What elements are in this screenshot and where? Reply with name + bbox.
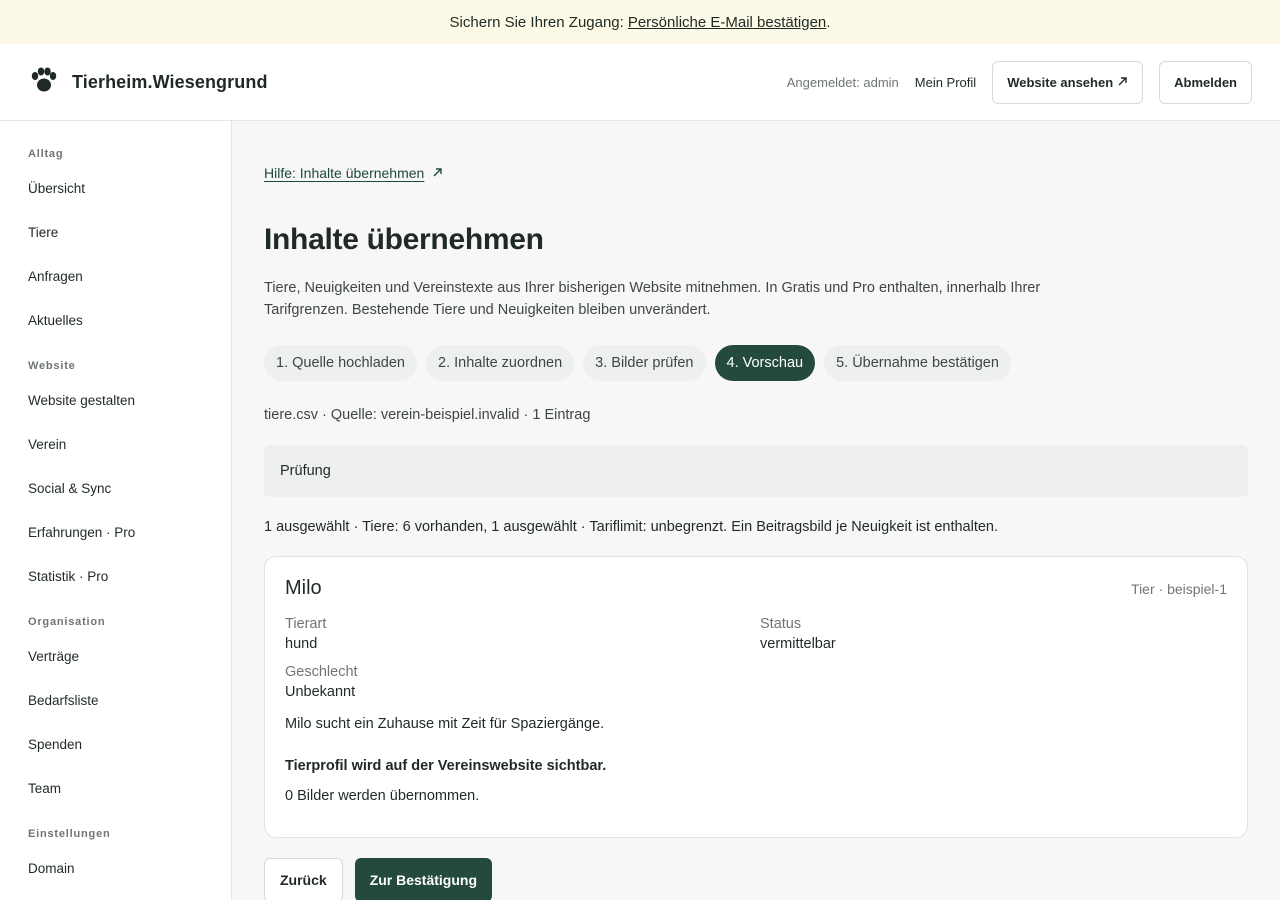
wizard-actions: Zurück Zur Bestätigung xyxy=(264,858,1248,900)
external-link-icon xyxy=(432,165,443,181)
sidebar-item-bedarfsliste[interactable]: Bedarfsliste xyxy=(0,685,231,729)
sidebar-item-verein[interactable]: Verein xyxy=(0,429,231,473)
step-preview[interactable]: 4. Vorschau xyxy=(714,345,816,381)
species-label: Tierart xyxy=(285,616,327,632)
sidebar-item-vertraege[interactable]: Verträge xyxy=(0,641,231,685)
nav-section-website: Website xyxy=(28,360,76,372)
check-panel[interactable]: Prüfung xyxy=(264,445,1248,497)
step-confirm-import[interactable]: 5. Übernahme bestätigen xyxy=(824,345,1011,381)
header-actions: Angemeldet: admin Mein Profil Website an… xyxy=(786,60,1252,104)
main-content: Hilfe: Inhalte übernehmen Inhalte überne… xyxy=(232,121,1280,900)
animal-name: Milo xyxy=(285,577,322,599)
logged-in-label: Angemeldet: admin xyxy=(786,74,899,90)
top-header: Tierheim.Wiesengrund Angemeldet: admin M… xyxy=(0,44,1280,121)
import-source-meta: tiere.csv · Quelle: verein-beispiel.inva… xyxy=(264,407,591,423)
my-profile-link[interactable]: Mein Profil xyxy=(915,75,976,90)
to-confirmation-button[interactable]: Zur Bestätigung xyxy=(354,858,493,900)
step-map-content[interactable]: 2. Inhalte zuordnen xyxy=(426,345,575,381)
sidebar-item-website-gestalten[interactable]: Website gestalten xyxy=(0,385,231,429)
nav-section-organisation: Organisation xyxy=(28,616,106,628)
entry-tag: Tier · beispiel-1 xyxy=(1131,580,1227,597)
brand[interactable]: Tierheim.Wiesengrund xyxy=(30,67,268,98)
selection-summary: 1 ausgewählt · Tiere: 6 vorhanden, 1 aus… xyxy=(264,519,999,535)
sidebar-item-statistik[interactable]: Statistik · Pro xyxy=(0,561,231,605)
back-button[interactable]: Zurück xyxy=(264,858,343,900)
check-panel-label: Prüfung xyxy=(280,463,331,479)
sidebar-item-domain[interactable]: Domain xyxy=(0,853,231,897)
gender-label: Geschlecht xyxy=(285,664,358,680)
status-value: vermittelbar xyxy=(760,636,836,652)
sidebar-item-spenden[interactable]: Spenden xyxy=(0,729,231,773)
step-upload-source[interactable]: 1. Quelle hochladen xyxy=(264,345,417,381)
visibility-note: Tierprofil wird auf der Vereinswebsite s… xyxy=(285,758,607,774)
banner-text: Sichern Sie Ihren Zugang: xyxy=(449,13,624,31)
brand-name: Tierheim.Wiesengrund xyxy=(72,71,268,92)
sidebar-item-tiere[interactable]: Tiere xyxy=(0,217,231,261)
page-title: Inhalte übernehmen xyxy=(264,223,544,256)
verification-banner: Sichern Sie Ihren Zugang: Persönliche E-… xyxy=(0,0,1280,44)
step-check-images[interactable]: 3. Bilder prüfen xyxy=(583,345,706,381)
animal-description: Milo sucht ein Zuhause mit Zeit für Spaz… xyxy=(285,716,605,732)
sidebar-item-anfragen[interactable]: Anfragen xyxy=(0,261,231,305)
verify-email-link[interactable]: Persönliche E-Mail bestätigen xyxy=(628,14,826,31)
banner-suffix: . xyxy=(826,13,831,31)
view-website-label: Website ansehen xyxy=(1007,74,1114,90)
nav-section-alltag: Alltag xyxy=(28,148,64,160)
species-value: hund xyxy=(285,636,318,652)
gender-value: Unbekannt xyxy=(285,684,356,700)
sidebar-item-team[interactable]: Team xyxy=(0,773,231,817)
sidebar-item-aktuelles[interactable]: Aktuelles xyxy=(0,305,231,349)
logout-button[interactable]: Abmelden xyxy=(1159,60,1252,104)
external-link-icon xyxy=(1117,75,1128,90)
help-link[interactable]: Hilfe: Inhalte übernehmen xyxy=(264,165,443,181)
page-description: Tiere, Neuigkeiten und Vereinstexte aus … xyxy=(264,280,1041,318)
paw-icon xyxy=(30,67,58,98)
nav-section-einstellungen: Einstellungen xyxy=(28,828,111,840)
animal-fields: Tierart hund Status vermittelbar Geschle… xyxy=(285,614,1227,702)
images-count: 0 Bilder werden übernommen. xyxy=(285,788,480,804)
status-label: Status xyxy=(760,616,802,632)
preview-card: Milo Tier · beispiel-1 Tierart hund Stat… xyxy=(264,556,1248,838)
sidebar-item-social-sync[interactable]: Social & Sync xyxy=(0,473,231,517)
help-link-label: Hilfe: Inhalte übernehmen xyxy=(264,165,425,181)
sidebar-item-erfahrungen[interactable]: Erfahrungen · Pro xyxy=(0,517,231,561)
view-website-button[interactable]: Website ansehen xyxy=(992,60,1144,104)
sidebar: Alltag Übersicht Tiere Anfragen Aktuelle… xyxy=(0,121,232,900)
sidebar-item-uebersicht[interactable]: Übersicht xyxy=(0,173,231,217)
step-tabs: 1. Quelle hochladen 2. Inhalte zuordnen … xyxy=(264,345,1248,381)
